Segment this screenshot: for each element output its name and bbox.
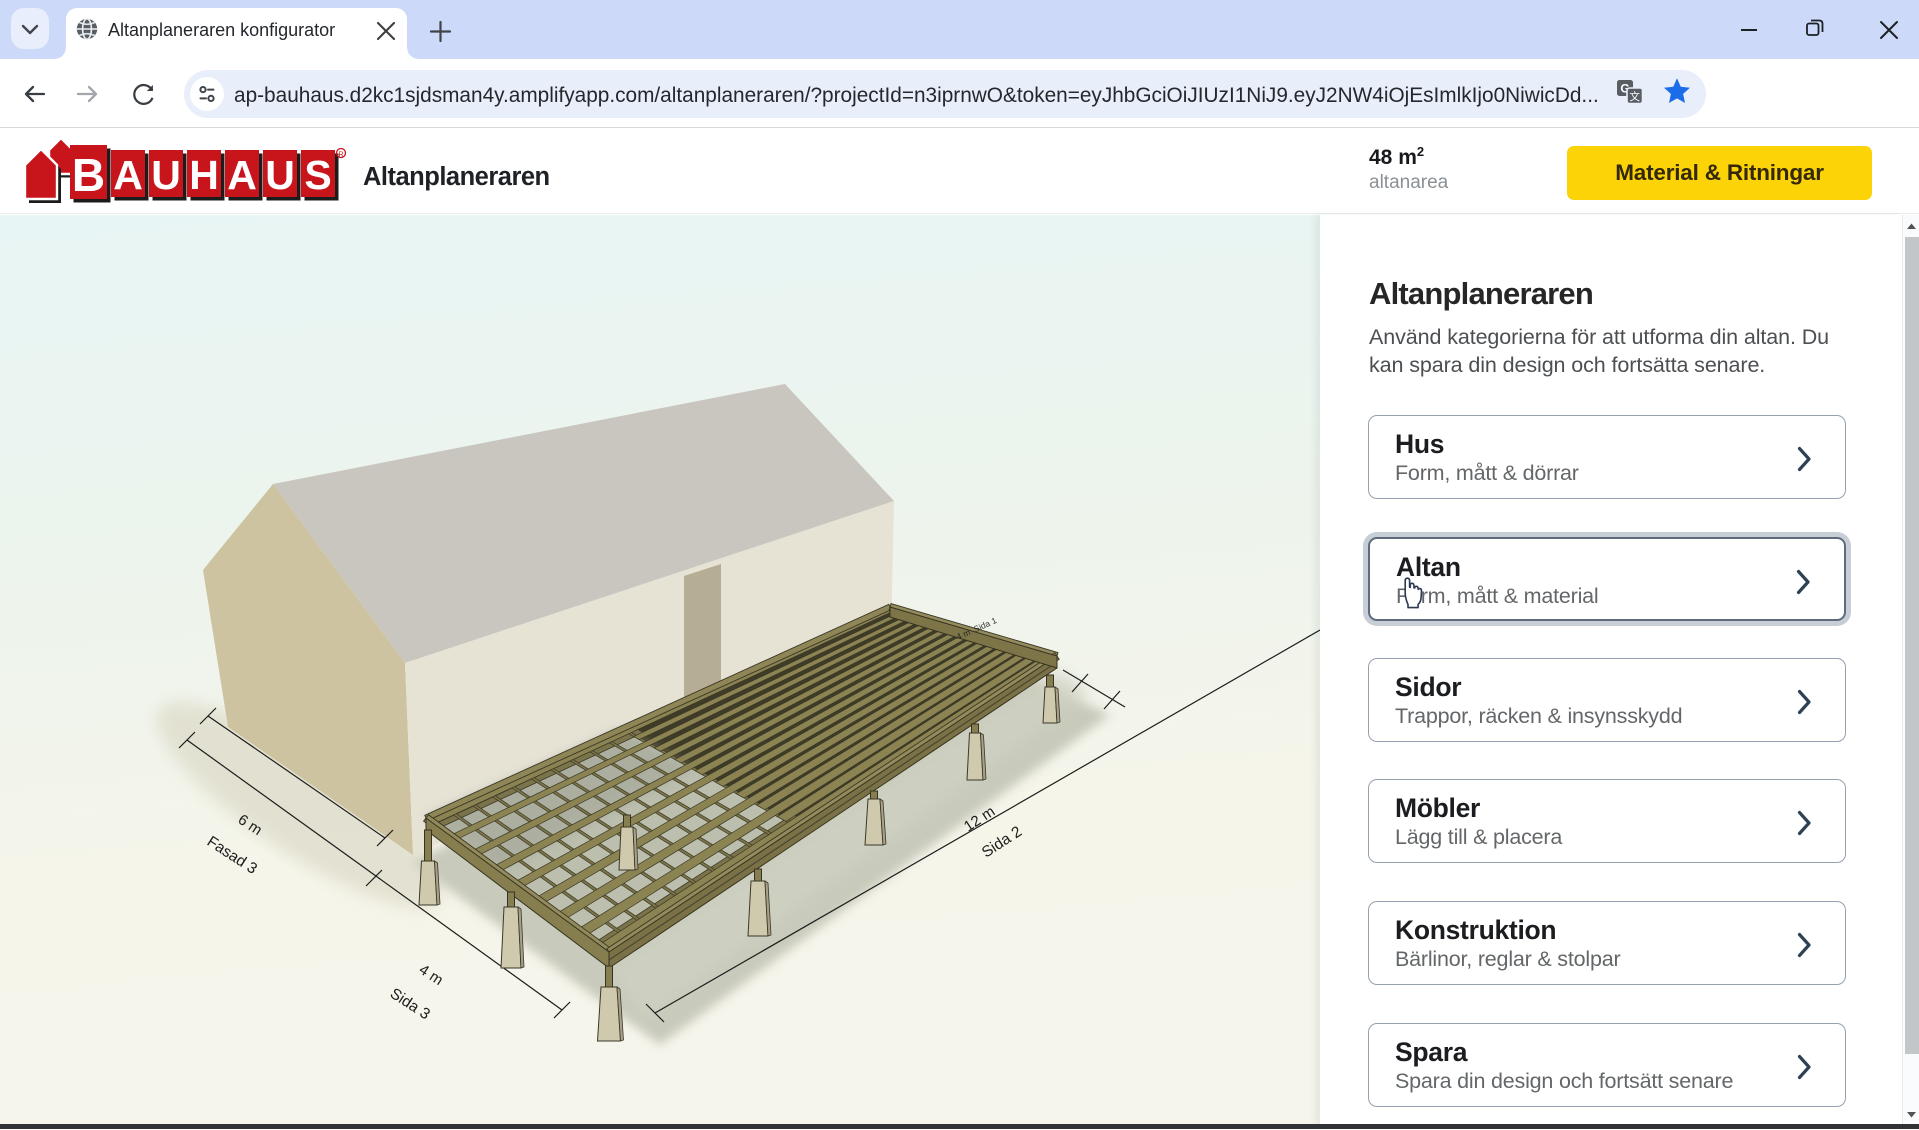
svg-text:A: A xyxy=(113,152,143,198)
svg-text:S: S xyxy=(304,152,331,198)
svg-text:U: U xyxy=(265,152,295,198)
svg-text:U: U xyxy=(151,152,181,198)
svg-text:A: A xyxy=(227,152,257,198)
svg-text:B: B xyxy=(72,149,105,201)
svg-text:文: 文 xyxy=(1630,90,1641,103)
svg-text:H: H xyxy=(189,152,219,198)
svg-text:R: R xyxy=(338,152,343,159)
